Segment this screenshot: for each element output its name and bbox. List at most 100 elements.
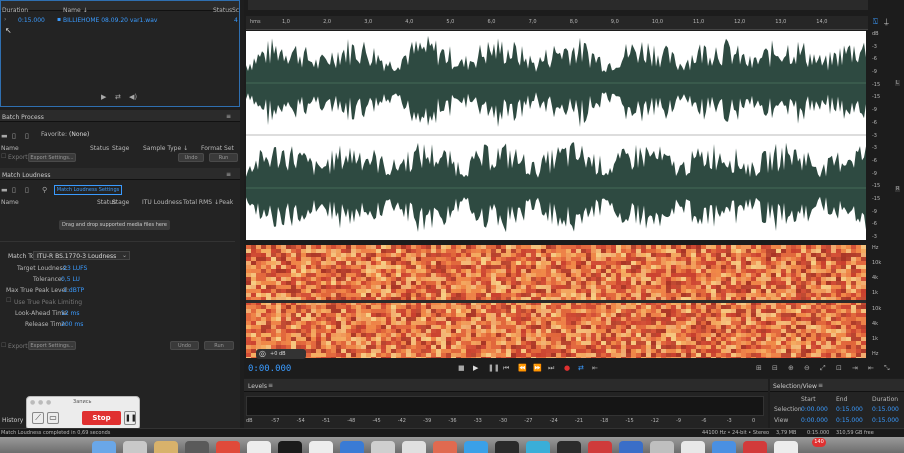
zoom-selection-icon[interactable]: ⊡ bbox=[836, 364, 842, 372]
batch-col-sample[interactable]: Sample Type ↓ bbox=[143, 145, 188, 152]
previous-icon[interactable]: ⏮ bbox=[503, 364, 509, 372]
dock-app-icon[interactable] bbox=[340, 441, 364, 453]
view-start[interactable]: 0:00.000 bbox=[801, 417, 828, 424]
zoom-in-time-icon[interactable]: ⊕ bbox=[788, 364, 794, 372]
stop-icon[interactable]: ■ bbox=[458, 364, 465, 372]
recording-window[interactable]: ● ● ● Запись ⟋ ▭ Stop ❚❚ bbox=[26, 396, 140, 430]
zoom-reset-icon[interactable]: ⤡ bbox=[884, 364, 890, 372]
dock-app-icon[interactable] bbox=[309, 441, 333, 453]
dock-app-icon[interactable] bbox=[495, 441, 519, 453]
dock-app-icon[interactable] bbox=[185, 441, 209, 453]
dock-app-icon[interactable] bbox=[402, 441, 426, 453]
batch-export-check[interactable]: ☐ bbox=[1, 153, 6, 160]
dock-app-icon[interactable] bbox=[588, 441, 612, 453]
zoom-out-point-icon[interactable]: ⇤ bbox=[868, 364, 874, 372]
true-peak-checkbox[interactable]: ☐ bbox=[6, 297, 11, 304]
pause-icon[interactable]: ❚❚ bbox=[488, 364, 500, 372]
lc-run-button[interactable]: Run bbox=[204, 341, 234, 350]
zoom-icon[interactable]: ⍂ bbox=[873, 17, 878, 27]
tolerance-value[interactable]: 0,5 LU bbox=[61, 276, 80, 283]
sel-end[interactable]: 0:15.000 bbox=[836, 406, 863, 413]
batch-col-stage[interactable]: Stage bbox=[112, 145, 129, 152]
folder-icon[interactable]: ▬ bbox=[1, 186, 8, 194]
dock-app-icon[interactable] bbox=[743, 441, 767, 453]
lc-col-itu[interactable]: ITU Loudness bbox=[142, 199, 182, 206]
window-minimize-icon[interactable]: ● bbox=[38, 399, 43, 406]
lc-col-peak[interactable]: Peak bbox=[219, 199, 233, 206]
lc-export-settings-button[interactable]: Export Settings... bbox=[28, 341, 76, 350]
dock-app-icon[interactable] bbox=[557, 441, 581, 453]
spectrogram-area[interactable] bbox=[246, 245, 866, 358]
channel-r[interactable]: R bbox=[895, 186, 901, 192]
pause-button[interactable]: ❚❚ bbox=[124, 411, 137, 425]
batch-run-button[interactable]: Run bbox=[209, 153, 238, 162]
lc-undo-button[interactable]: Undo bbox=[170, 341, 199, 350]
dock-app-icon[interactable] bbox=[278, 441, 302, 453]
batch-undo-button[interactable]: Undo bbox=[178, 153, 204, 162]
loop-icon[interactable]: ⇄ bbox=[115, 93, 121, 101]
lc-export-check[interactable]: ☐ bbox=[1, 342, 6, 349]
view-duration[interactable]: 0:15.000 bbox=[872, 417, 899, 424]
analyze-icon[interactable]: ⚲ bbox=[42, 186, 47, 194]
dock-app-icon[interactable] bbox=[123, 441, 147, 453]
clipboard-icon[interactable]: ▯ bbox=[12, 132, 16, 140]
batch-col-status[interactable]: Status bbox=[90, 145, 109, 152]
dock-app-icon[interactable] bbox=[371, 441, 395, 453]
zoom-out-amplitude-icon[interactable]: ⊟ bbox=[772, 364, 778, 372]
timeline-ruler[interactable]: hms 1,0 2,0 3,0 4,0 5,0 6,0 7,0 8,0 9,0 10,0 11,0 1… bbox=[246, 16, 868, 30]
dock-app-icon[interactable] bbox=[712, 441, 736, 453]
zoom-out-time-icon[interactable]: ⊖ bbox=[804, 364, 810, 372]
pen-tool-icon[interactable]: ⟋ bbox=[32, 412, 44, 424]
record-icon[interactable]: ● bbox=[564, 364, 570, 372]
trash-icon[interactable]: ▯ bbox=[25, 186, 29, 194]
channel-l[interactable]: L bbox=[895, 80, 900, 86]
dock-app-icon[interactable] bbox=[526, 441, 550, 453]
lookahead-value[interactable]: 12 ms bbox=[61, 310, 80, 317]
dock-app-icon[interactable] bbox=[774, 441, 798, 453]
col-status[interactable]: Status bbox=[213, 7, 232, 14]
waveform-area[interactable] bbox=[246, 31, 866, 240]
panel-menu-icon[interactable]: ≡ bbox=[818, 382, 823, 389]
chevron-right-icon[interactable]: › bbox=[4, 16, 6, 23]
col-name[interactable]: Name ↓ bbox=[63, 7, 88, 14]
loop-icon[interactable]: ⇄ bbox=[578, 364, 584, 372]
lc-col-name[interactable]: Name bbox=[1, 199, 19, 206]
trash-icon[interactable]: ▯ bbox=[25, 132, 29, 140]
dock-app-icon[interactable] bbox=[433, 441, 457, 453]
sel-duration[interactable]: 0:15.000 bbox=[872, 406, 899, 413]
panel-menu-icon[interactable]: ≡ bbox=[226, 171, 231, 178]
batch-export-settings-button[interactable]: Export Settings... bbox=[28, 153, 76, 162]
dock-app-icon[interactable] bbox=[464, 441, 488, 453]
gain-hud[interactable]: ◎ +0 dB bbox=[256, 349, 306, 359]
dock-app-icon[interactable] bbox=[247, 441, 271, 453]
next-icon[interactable]: ⏭ bbox=[548, 364, 554, 372]
release-value[interactable]: 200 ms bbox=[61, 321, 83, 328]
panel-menu-icon[interactable]: ≡ bbox=[226, 113, 231, 120]
zoom-in-point-icon[interactable]: ⇥ bbox=[852, 364, 858, 372]
clipboard-icon[interactable]: ▯ bbox=[12, 186, 16, 194]
rect-tool-icon[interactable]: ▭ bbox=[47, 412, 59, 424]
file-row[interactable]: › 0:15.000 ▪ BILLIEHOME 08.09.20 var1.wa… bbox=[1, 16, 239, 25]
lc-col-stage[interactable]: Stage bbox=[112, 199, 129, 206]
favorite-select[interactable]: (None) bbox=[69, 131, 89, 138]
dock-app-icon[interactable] bbox=[650, 441, 674, 453]
volume-knob-icon[interactable]: ◎ bbox=[259, 349, 266, 358]
folder-icon[interactable]: ▬ bbox=[1, 132, 8, 140]
panel-menu-icon[interactable]: ≡ bbox=[268, 382, 273, 389]
target-value[interactable]: -23 LUFS bbox=[61, 265, 87, 272]
batch-col-format[interactable]: Format Set bbox=[201, 145, 234, 152]
dock-app-icon[interactable] bbox=[154, 441, 178, 453]
batch-col-name[interactable]: Name bbox=[1, 145, 19, 152]
dock-app-icon[interactable] bbox=[619, 441, 643, 453]
max-peak-value[interactable]: -1 dBTP bbox=[61, 287, 84, 294]
skip-selection-icon[interactable]: ⇤ bbox=[592, 364, 598, 372]
dock-app-icon[interactable] bbox=[216, 441, 240, 453]
dock-app-icon[interactable] bbox=[92, 441, 116, 453]
overview-strip[interactable] bbox=[248, 0, 868, 10]
lc-col-rms[interactable]: Total RMS ↓ bbox=[183, 199, 219, 206]
play-icon[interactable]: ▶ bbox=[101, 93, 106, 101]
window-zoom-icon[interactable]: ● bbox=[46, 399, 51, 406]
fast-forward-icon[interactable]: ⏩ bbox=[533, 364, 542, 372]
zoom-in-amplitude-icon[interactable]: ⊞ bbox=[756, 364, 762, 372]
window-close-icon[interactable]: ● bbox=[30, 399, 35, 406]
